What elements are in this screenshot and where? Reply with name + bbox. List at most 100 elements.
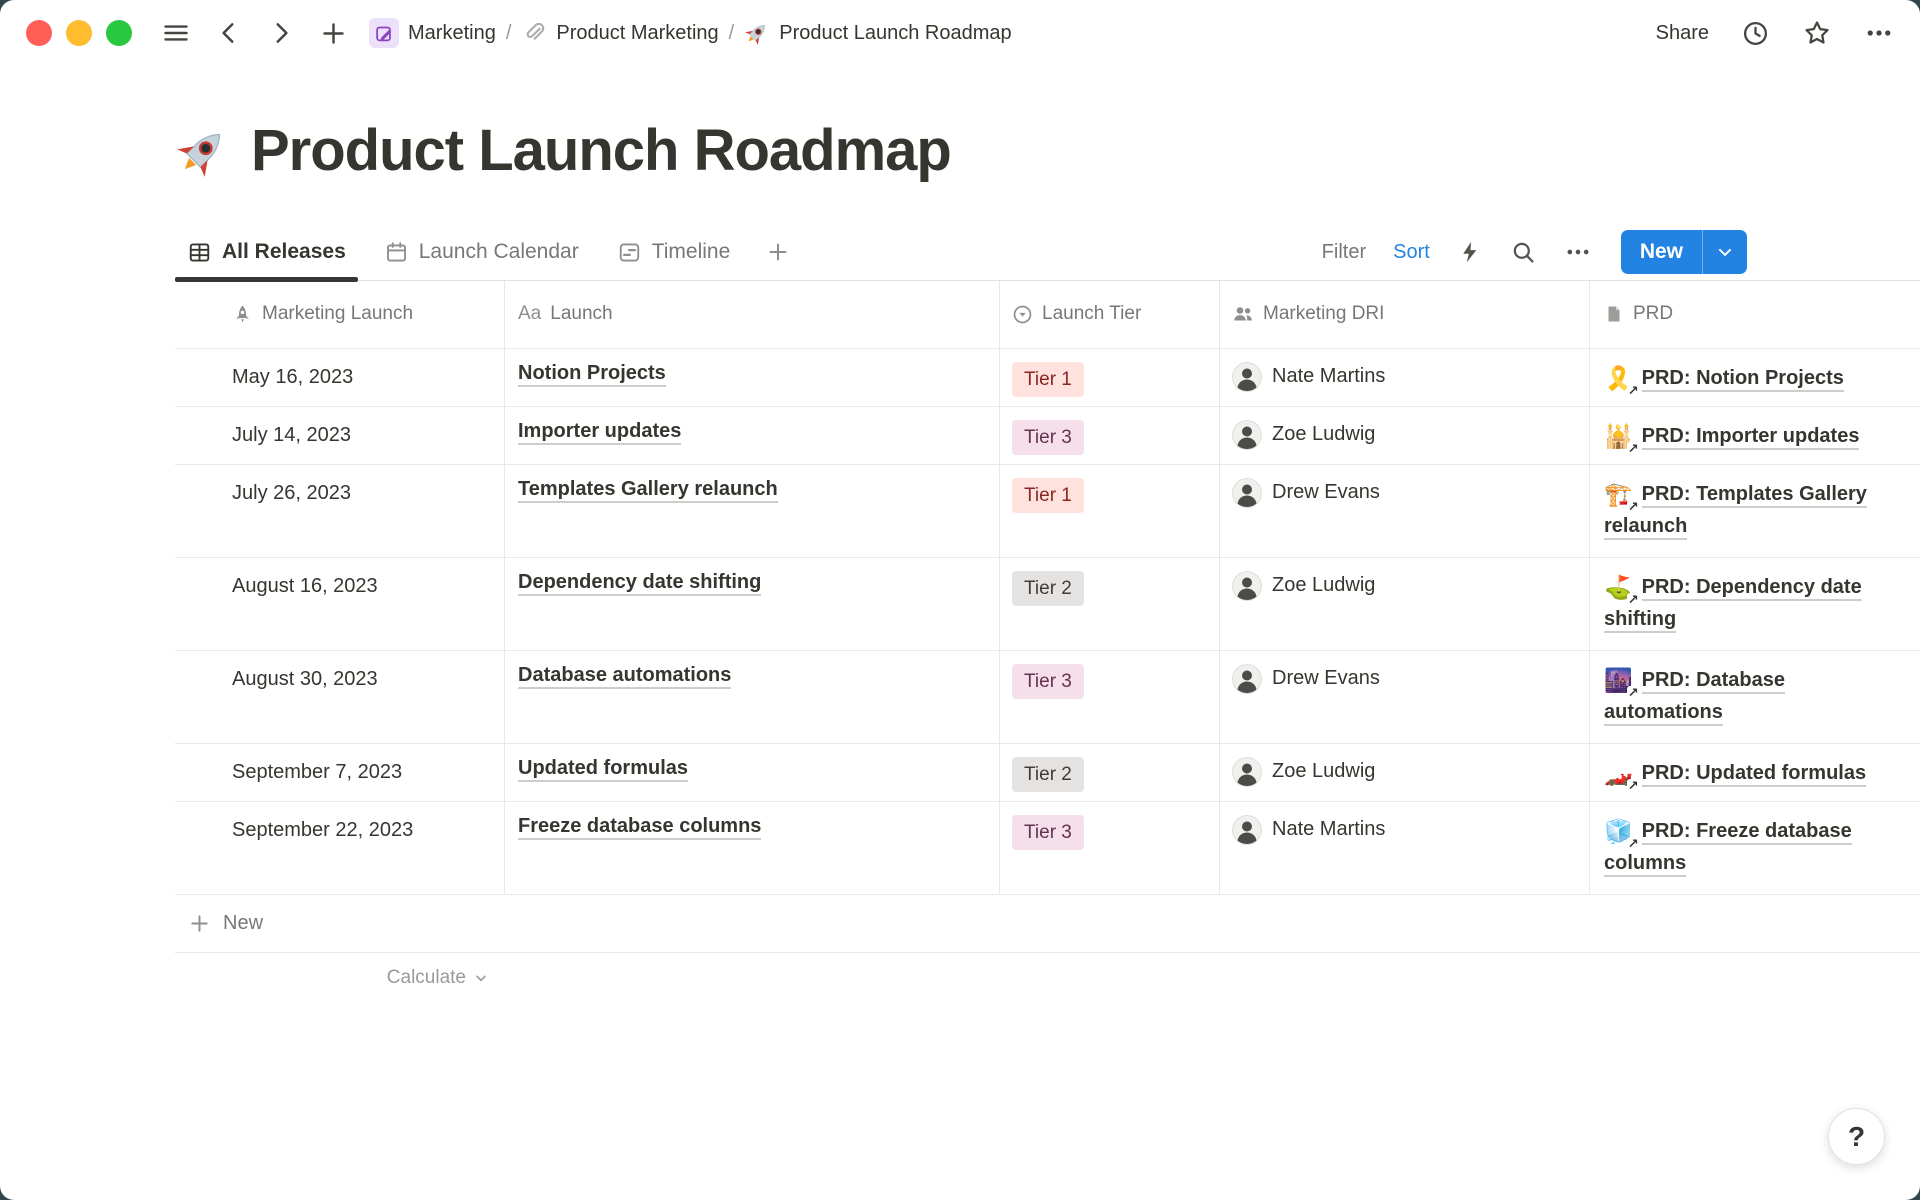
person-chip[interactable]: Drew Evans <box>1232 478 1589 508</box>
launch-page-link[interactable]: Importer updates <box>518 420 681 445</box>
help-button[interactable]: ? <box>1828 1108 1885 1165</box>
cell-marketing-dri[interactable]: Zoe Ludwig <box>1220 744 1590 801</box>
sidebar-toggle-icon[interactable] <box>162 19 190 47</box>
tier-badge[interactable]: Tier 1 <box>1012 362 1084 397</box>
column-header-label: Marketing DRI <box>1263 303 1384 325</box>
add-row-button[interactable]: New <box>175 895 1920 953</box>
share-button[interactable]: Share <box>1656 22 1709 45</box>
minimize-window-button[interactable] <box>66 20 92 46</box>
sort-button[interactable]: Sort <box>1393 241 1430 264</box>
prd-page-link[interactable]: PRD: Importer updates <box>1642 425 1860 450</box>
launch-page-link[interactable]: Dependency date shifting <box>518 571 761 596</box>
cell-marketing-dri[interactable]: Zoe Ludwig <box>1220 558 1590 650</box>
zoom-window-button[interactable] <box>106 20 132 46</box>
cell-marketing-launch[interactable]: August 16, 2023 <box>175 558 505 650</box>
column-header-marketing-launch[interactable]: Marketing Launch <box>175 281 505 348</box>
cell-launch-tier[interactable]: Tier 1 <box>1000 465 1220 557</box>
breadcrumb-item-product-launch-roadmap[interactable]: Product Launch Roadmap <box>744 20 1011 46</box>
cell-launch[interactable]: Notion Projects <box>505 349 1000 406</box>
prd-page-link[interactable]: PRD: Notion Projects <box>1642 367 1844 392</box>
column-header-launch[interactable]: Aa Launch <box>505 281 1000 348</box>
cell-launch[interactable]: Dependency date shifting <box>505 558 1000 650</box>
person-chip[interactable]: Zoe Ludwig <box>1232 571 1589 601</box>
view-options-icon[interactable] <box>1564 238 1592 266</box>
table-row: July 14, 2023 Importer updates Tier 3 Zo… <box>175 407 1920 465</box>
cell-prd[interactable]: 🏎️↗PRD: Updated formulas <box>1590 744 1920 801</box>
cell-marketing-launch[interactable]: July 26, 2023 <box>175 465 505 557</box>
tier-badge[interactable]: Tier 3 <box>1012 420 1084 455</box>
cell-marketing-launch[interactable]: September 22, 2023 <box>175 802 505 894</box>
cell-marketing-dri[interactable]: Drew Evans <box>1220 465 1590 557</box>
cell-marketing-launch[interactable]: August 30, 2023 <box>175 651 505 743</box>
cell-prd[interactable]: 🕌↗PRD: Importer updates <box>1590 407 1920 464</box>
cell-prd[interactable]: 🏗️↗PRD: Templates Gallery relaunch <box>1590 465 1920 557</box>
cell-launch[interactable]: Updated formulas <box>505 744 1000 801</box>
cell-launch-tier[interactable]: Tier 2 <box>1000 558 1220 650</box>
filter-button[interactable]: Filter <box>1322 241 1366 264</box>
prd-page-link[interactable]: PRD: Freeze database columns <box>1604 820 1852 877</box>
cell-marketing-dri[interactable]: Zoe Ludwig <box>1220 407 1590 464</box>
tab-all-releases[interactable]: All Releases <box>175 225 358 280</box>
person-chip[interactable]: Drew Evans <box>1232 664 1589 694</box>
launch-page-link[interactable]: Database automations <box>518 664 731 689</box>
launch-page-link[interactable]: Freeze database columns <box>518 815 761 840</box>
cell-marketing-launch[interactable]: May 16, 2023 <box>175 349 505 406</box>
launch-page-link[interactable]: Templates Gallery relaunch <box>518 478 778 503</box>
column-header-marketing-dri[interactable]: Marketing DRI <box>1220 281 1590 348</box>
person-chip[interactable]: Zoe Ludwig <box>1232 420 1589 450</box>
breadcrumb-item-marketing[interactable]: Marketing <box>369 18 496 48</box>
cell-launch[interactable]: Freeze database columns <box>505 802 1000 894</box>
new-button[interactable]: New <box>1621 230 1702 274</box>
cell-marketing-launch[interactable]: September 7, 2023 <box>175 744 505 801</box>
close-window-button[interactable] <box>26 20 52 46</box>
cell-launch-tier[interactable]: Tier 3 <box>1000 802 1220 894</box>
cell-marketing-dri[interactable]: Nate Martins <box>1220 349 1590 406</box>
prd-page-link[interactable]: PRD: Templates Gallery relaunch <box>1604 483 1867 540</box>
forward-icon[interactable] <box>268 20 294 46</box>
tab-timeline[interactable]: Timeline <box>605 225 743 280</box>
add-view-icon[interactable] <box>756 240 800 264</box>
automations-lightning-icon[interactable] <box>1457 239 1483 265</box>
tab-launch-calendar[interactable]: Launch Calendar <box>372 225 591 280</box>
new-page-icon[interactable] <box>320 20 347 47</box>
column-header-prd[interactable]: PRD <box>1590 281 1920 348</box>
cell-marketing-dri[interactable]: Nate Martins <box>1220 802 1590 894</box>
cell-launch-tier[interactable]: Tier 2 <box>1000 744 1220 801</box>
cell-prd[interactable]: 🎗️↗PRD: Notion Projects <box>1590 349 1920 406</box>
person-chip[interactable]: Nate Martins <box>1232 815 1589 845</box>
launch-page-link[interactable]: Notion Projects <box>518 362 666 387</box>
breadcrumb-item-product-marketing[interactable]: Product Marketing <box>521 20 718 46</box>
cell-launch[interactable]: Importer updates <box>505 407 1000 464</box>
tier-badge[interactable]: Tier 3 <box>1012 815 1084 850</box>
database-table: Marketing Launch Aa Launch Launch Tier M… <box>175 281 1920 1003</box>
person-chip[interactable]: Nate Martins <box>1232 362 1589 392</box>
person-chip[interactable]: Zoe Ludwig <box>1232 757 1589 787</box>
cell-prd[interactable]: 🧊↗PRD: Freeze database columns <box>1590 802 1920 894</box>
cell-launch[interactable]: Templates Gallery relaunch <box>505 465 1000 557</box>
launch-page-link[interactable]: Updated formulas <box>518 757 688 782</box>
prd-page-link[interactable]: PRD: Updated formulas <box>1642 762 1866 787</box>
column-header-launch-tier[interactable]: Launch Tier <box>1000 281 1220 348</box>
calculate-button[interactable]: Calculate <box>175 953 505 1003</box>
back-icon[interactable] <box>216 20 242 46</box>
page-icon-rocket[interactable] <box>175 123 231 179</box>
cell-marketing-launch[interactable]: July 14, 2023 <box>175 407 505 464</box>
tier-badge[interactable]: Tier 2 <box>1012 571 1084 606</box>
more-options-icon[interactable] <box>1864 18 1894 48</box>
cell-launch[interactable]: Database automations <box>505 651 1000 743</box>
cell-launch-tier[interactable]: Tier 3 <box>1000 407 1220 464</box>
updates-clock-icon[interactable] <box>1741 19 1770 48</box>
favorite-star-icon[interactable] <box>1802 18 1832 48</box>
cell-prd[interactable]: 🌆↗PRD: Database automations <box>1590 651 1920 743</box>
person-name: Drew Evans <box>1272 667 1380 690</box>
cell-launch-tier[interactable]: Tier 1 <box>1000 349 1220 406</box>
tier-badge[interactable]: Tier 1 <box>1012 478 1084 513</box>
cell-launch-tier[interactable]: Tier 3 <box>1000 651 1220 743</box>
cell-marketing-dri[interactable]: Drew Evans <box>1220 651 1590 743</box>
search-icon[interactable] <box>1510 239 1537 266</box>
cell-prd[interactable]: ⛳↗PRD: Dependency date shifting <box>1590 558 1920 650</box>
new-dropdown-chevron-icon[interactable] <box>1702 230 1747 274</box>
prd-page-link[interactable]: PRD: Dependency date shifting <box>1604 576 1862 633</box>
tier-badge[interactable]: Tier 2 <box>1012 757 1084 792</box>
tier-badge[interactable]: Tier 3 <box>1012 664 1084 699</box>
